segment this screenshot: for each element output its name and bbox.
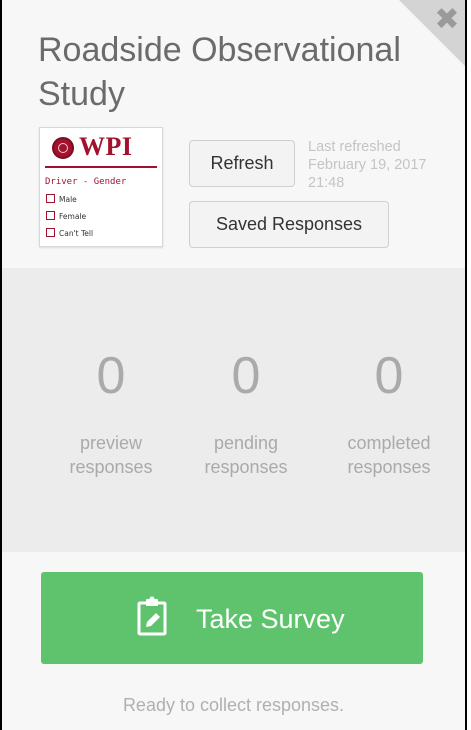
last-refreshed-info: Last refreshed February 19, 2017 21:48	[308, 138, 465, 192]
saved-responses-button[interactable]: Saved Responses	[189, 201, 389, 248]
last-refreshed-label: Last refreshed	[308, 139, 401, 155]
thumbnail-option-female: Female	[46, 211, 86, 222]
stat-label: completed responses	[314, 431, 464, 479]
stat-label-line: pending	[213, 433, 279, 453]
stat-value: 0	[374, 347, 404, 405]
response-stats: 0 preview responses 0 pending responses …	[2, 268, 465, 552]
stat-label-line: responses	[204, 457, 288, 477]
checkbox-icon	[46, 228, 55, 237]
status-text: Ready to collect responses.	[122, 695, 345, 715]
stat-label-line: completed	[347, 433, 431, 453]
option-label: Can't Tell	[59, 229, 94, 238]
survey-thumbnail: WPI Driver - Gender Male Female Can't Te…	[39, 127, 163, 247]
checkbox-icon	[46, 194, 55, 203]
header: ✖ Roadside Observational Study WPI Drive…	[2, 0, 465, 268]
thumbnail-option-male: Male	[46, 194, 77, 205]
stat-label: preview responses	[36, 431, 186, 479]
take-survey-button[interactable]: Take Survey	[41, 572, 423, 664]
stat-value: 0	[96, 347, 126, 405]
survey-panel: ✖ Roadside Observational Study WPI Drive…	[0, 0, 467, 730]
option-label: Male	[59, 195, 77, 204]
clipboard-edit-icon	[137, 596, 167, 636]
stat-value: 0	[231, 347, 261, 405]
take-survey-label: Take Survey	[196, 604, 345, 634]
thumbnail-question: Driver - Gender	[45, 177, 127, 187]
stat-label-line: preview	[79, 433, 143, 453]
refresh-button[interactable]: Refresh	[189, 140, 295, 187]
thumbnail-divider	[45, 166, 157, 168]
option-label: Female	[59, 212, 87, 221]
last-refreshed-date: February 19, 2017	[308, 157, 427, 173]
wpi-seal-icon	[52, 137, 74, 159]
stat-label-line: responses	[69, 457, 153, 477]
wpi-logo: WPI	[79, 132, 133, 161]
checkbox-icon	[46, 211, 55, 220]
last-refreshed-time: 21:48	[308, 175, 345, 191]
page-title: Roadside Observational Study	[38, 31, 401, 113]
close-icon[interactable]: ✖	[433, 5, 461, 35]
stat-label-line: responses	[347, 457, 431, 477]
thumbnail-option-cant-tell: Can't Tell	[46, 228, 93, 239]
stat-label: pending responses	[171, 431, 321, 479]
